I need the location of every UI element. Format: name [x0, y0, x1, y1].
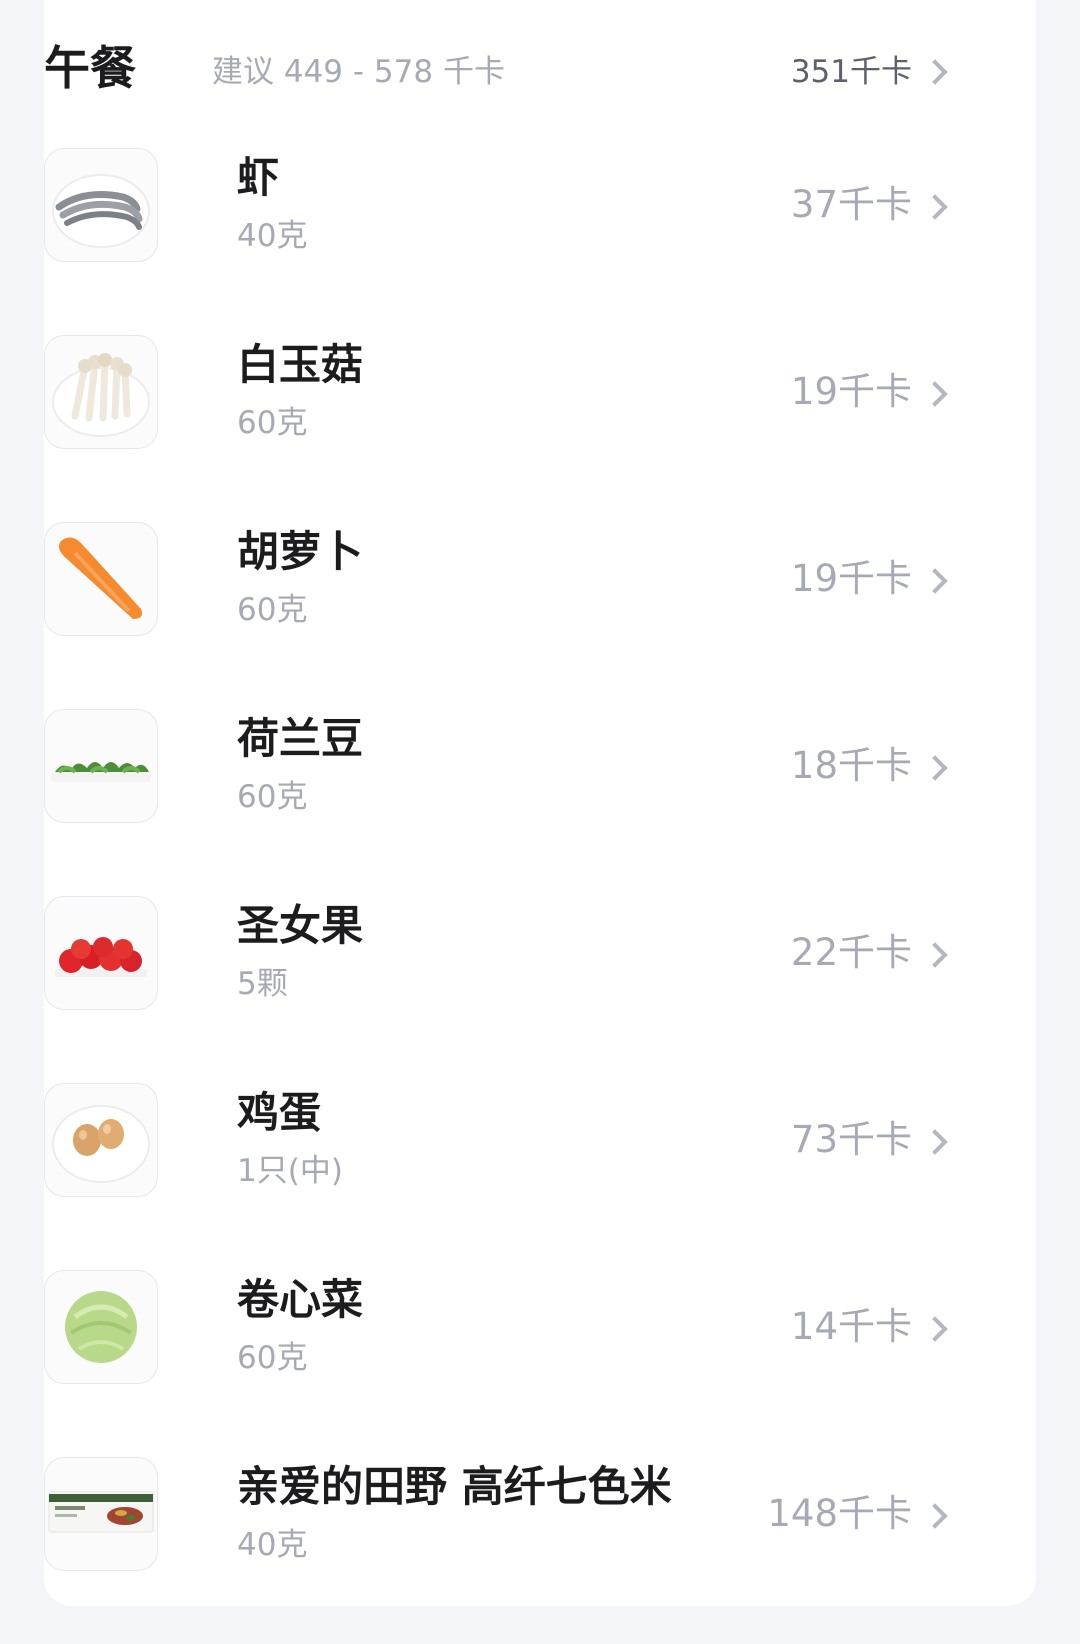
food-amount: 60克 [237, 1340, 308, 1376]
food-name: 卷心菜 [237, 1275, 364, 1324]
chevron-right-icon [922, 1129, 948, 1155]
food-amount: 60克 [237, 779, 308, 815]
food-calories: 148千卡 [767, 1492, 912, 1535]
food-calories: 37千卡 [790, 183, 912, 226]
food-amount: 5颗 [237, 966, 288, 1002]
chevron-right-icon [922, 194, 948, 220]
food-item-carrot[interactable]: 胡萝卜 60克 19千卡 [44, 522, 950, 709]
food-name: 圣女果 [237, 901, 364, 950]
meal-header[interactable]: 午餐 建议 449 - 578 千卡 351千卡 [44, 36, 950, 108]
food-calories: 19千卡 [790, 370, 912, 413]
chevron-right-icon [922, 1503, 948, 1529]
cabbage-icon [44, 1270, 158, 1384]
food-item-egg[interactable]: 鸡蛋 1只(中) 73千卡 [44, 1083, 950, 1270]
food-amount: 60克 [237, 592, 308, 628]
food-calories: 18千卡 [790, 744, 912, 787]
mushroom-icon [44, 335, 158, 449]
food-item-cabbage[interactable]: 卷心菜 60克 14千卡 [44, 1270, 950, 1457]
food-name: 荷兰豆 [237, 714, 364, 763]
food-item-seven-color-rice[interactable]: 亲爱的田野 高纤七色米 40克 148千卡 [44, 1457, 950, 1644]
chevron-right-icon [922, 59, 948, 85]
meal-total-calories: 351千卡 [790, 54, 912, 90]
carrot-icon [44, 522, 158, 636]
chevron-right-icon [922, 568, 948, 594]
food-list: 虾 40克 37千卡 白玉菇 60克 19千卡 胡萝卜 60克 19千卡 荷兰豆… [44, 148, 950, 1644]
food-name: 虾 [237, 153, 280, 202]
snow-pea-icon [44, 709, 158, 823]
chevron-right-icon [922, 381, 948, 407]
food-name: 鸡蛋 [237, 1088, 322, 1137]
meal-suggested-range: 建议 449 - 578 千卡 [212, 54, 505, 90]
food-item-snow-pea[interactable]: 荷兰豆 60克 18千卡 [44, 709, 950, 896]
food-calories: 14千卡 [790, 1305, 912, 1348]
cherry-tomato-icon [44, 896, 158, 1010]
shrimp-icon [44, 148, 158, 262]
egg-icon [44, 1083, 158, 1197]
food-name: 亲爱的田野 高纤七色米 [237, 1462, 672, 1511]
food-calories: 22千卡 [790, 931, 912, 974]
food-amount: 60克 [237, 405, 308, 441]
food-name: 白玉菇 [237, 340, 364, 389]
food-amount: 40克 [237, 218, 308, 254]
food-name: 胡萝卜 [237, 527, 364, 576]
chevron-right-icon [922, 755, 948, 781]
meal-title: 午餐 [44, 41, 136, 95]
food-amount: 40克 [237, 1527, 308, 1563]
rice-package-icon [44, 1457, 158, 1571]
food-item-shrimp[interactable]: 虾 40克 37千卡 [44, 148, 950, 335]
chevron-right-icon [922, 1316, 948, 1342]
food-item-cherry-tomato[interactable]: 圣女果 5颗 22千卡 [44, 896, 950, 1083]
food-item-white-mushroom[interactable]: 白玉菇 60克 19千卡 [44, 335, 950, 522]
food-amount: 1只(中) [237, 1153, 343, 1189]
food-calories: 73千卡 [790, 1118, 912, 1161]
chevron-right-icon [922, 942, 948, 968]
food-calories: 19千卡 [790, 557, 912, 600]
